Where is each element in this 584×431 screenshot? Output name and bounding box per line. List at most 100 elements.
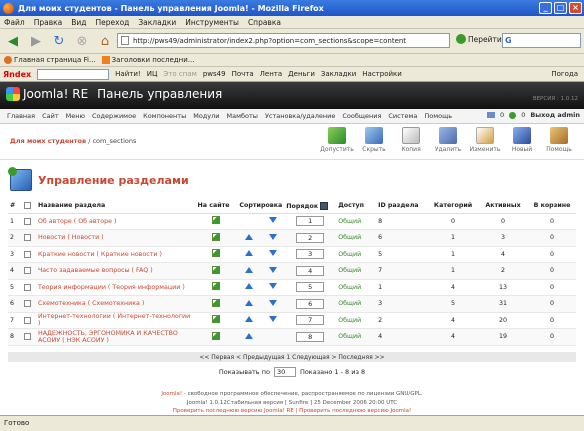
move-up-icon[interactable] xyxy=(245,250,254,257)
access-link[interactable]: Общий xyxy=(336,279,377,296)
users-icon[interactable] xyxy=(509,111,517,119)
order-input[interactable]: 2 xyxy=(296,232,325,243)
col-access[interactable]: Доступ xyxy=(336,199,377,214)
access-link[interactable]: Общий xyxy=(336,328,377,346)
save-order-icon[interactable] xyxy=(320,201,329,210)
col-reorder[interactable]: Сортировка xyxy=(237,199,285,214)
order-input[interactable]: 1 xyxy=(296,216,325,227)
yandex-money-button[interactable]: Деньги xyxy=(288,70,315,78)
access-link[interactable]: Общий xyxy=(336,312,377,329)
menu-view[interactable]: Вид xyxy=(71,18,86,27)
yandex-settings-button[interactable]: Настройки xyxy=(362,70,402,78)
yandex-search-input[interactable] xyxy=(37,68,110,80)
col-published[interactable]: На сайте xyxy=(195,199,238,214)
back-icon[interactable]: ◀ xyxy=(3,32,23,50)
row-checkbox[interactable] xyxy=(23,250,31,258)
menu-help[interactable]: Справка xyxy=(248,18,281,27)
pagination-links[interactable]: << Первая < Предыдущая 1 Следующая > Пос… xyxy=(0,354,584,361)
published-icon[interactable] xyxy=(212,298,221,307)
move-up-icon[interactable] xyxy=(245,266,254,273)
order-input[interactable]: 5 xyxy=(296,282,325,293)
menu-go[interactable]: Переход xyxy=(96,18,130,27)
section-name-link[interactable]: Новости ( Новости ) xyxy=(35,229,196,247)
admin-menu-site[interactable]: Сайт xyxy=(42,112,59,120)
access-link[interactable]: Общий xyxy=(336,262,377,280)
breadcrumb-site[interactable]: Для моих студентов xyxy=(10,137,86,145)
yandex-bookmarks-button[interactable]: Закладки xyxy=(321,70,356,78)
delete-button[interactable]: Удалить xyxy=(430,126,466,158)
menu-edit[interactable]: Правка xyxy=(34,18,63,27)
url-input[interactable]: http://pws49/administrator/index2.php?op… xyxy=(117,33,450,48)
yandex-weather-button[interactable]: Погода xyxy=(551,70,578,78)
access-link[interactable]: Общий xyxy=(336,229,377,247)
admin-menu-mambots[interactable]: Мамботы xyxy=(227,112,258,120)
yandex-logo[interactable]: Яndex xyxy=(3,70,31,79)
move-up-icon[interactable] xyxy=(245,299,254,306)
col-name[interactable]: Название раздела xyxy=(35,199,196,214)
move-down-icon[interactable] xyxy=(268,266,277,273)
admin-menu-installers[interactable]: Установка/удаление xyxy=(265,112,335,120)
move-down-icon[interactable] xyxy=(268,299,277,306)
go-button[interactable]: Перейти xyxy=(456,34,502,44)
minimize-button[interactable]: _ xyxy=(539,2,552,14)
row-checkbox[interactable] xyxy=(23,300,31,307)
order-input[interactable]: 8 xyxy=(296,331,325,342)
messages-icon[interactable] xyxy=(487,112,496,118)
maximize-button[interactable]: □ xyxy=(554,2,567,14)
order-input[interactable]: 6 xyxy=(296,298,325,309)
bookmark-item[interactable]: Главная страница Fi... xyxy=(4,56,96,64)
move-down-icon[interactable] xyxy=(268,316,277,323)
yandex-ic-button[interactable]: ИЦ xyxy=(147,70,158,78)
check-all-checkbox[interactable] xyxy=(23,202,31,209)
row-checkbox[interactable] xyxy=(23,217,31,225)
published-icon[interactable] xyxy=(212,265,221,274)
admin-menu-system[interactable]: Система xyxy=(388,112,417,120)
move-up-icon[interactable] xyxy=(245,233,254,240)
admin-menu-modules[interactable]: Модули xyxy=(193,112,219,120)
move-up-icon[interactable] xyxy=(245,316,254,323)
move-down-icon[interactable] xyxy=(268,283,277,290)
bookmark-item[interactable]: Заголовки последни... xyxy=(101,56,194,64)
section-name-link[interactable]: Об авторе ( Об авторе ) xyxy=(35,213,196,230)
row-checkbox[interactable] xyxy=(23,234,31,241)
per-page-select[interactable]: 30 xyxy=(273,367,296,377)
access-link[interactable]: Общий xyxy=(336,295,377,313)
admin-menu-home[interactable]: Главная xyxy=(7,112,35,120)
close-window-button[interactable]: × xyxy=(569,2,582,14)
admin-menu-content[interactable]: Содержимое xyxy=(92,112,136,120)
move-up-icon[interactable] xyxy=(245,283,254,290)
section-name-link[interactable]: Часто задаваемые вопросы ( FAQ ) xyxy=(35,262,196,280)
move-down-icon[interactable] xyxy=(268,233,277,240)
published-icon[interactable] xyxy=(212,216,221,225)
new-button[interactable]: Новый xyxy=(504,126,540,158)
yandex-find-button[interactable]: Найти! xyxy=(115,70,141,78)
joomla-link[interactable]: Joomla! xyxy=(161,391,182,397)
row-checkbox[interactable] xyxy=(23,316,31,324)
section-name-link[interactable]: Интернет-технологии ( Интернет-технологи… xyxy=(35,312,196,329)
access-link[interactable]: Общий xyxy=(336,246,377,263)
edit-button[interactable]: Изменить xyxy=(467,126,503,158)
published-icon[interactable] xyxy=(212,232,221,241)
home-icon[interactable]: ⌂ xyxy=(95,32,115,50)
yandex-pws-button[interactable]: pws49 xyxy=(203,70,226,78)
menu-bookmarks[interactable]: Закладки xyxy=(138,18,176,27)
published-icon[interactable] xyxy=(212,331,221,340)
yandex-feed-button[interactable]: Лента xyxy=(260,70,283,78)
copy-button[interactable]: Копия xyxy=(393,126,429,158)
admin-menu-messages[interactable]: Сообщения xyxy=(342,112,381,120)
yandex-spam-button[interactable]: Это спам xyxy=(163,70,196,78)
section-name-link[interactable]: Схемотехника ( Схемотехника ) xyxy=(35,295,196,313)
menu-file[interactable]: Файл xyxy=(4,18,25,27)
section-name-link[interactable]: Краткие новости ( Краткие новости ) xyxy=(35,246,196,263)
published-icon[interactable] xyxy=(212,315,221,324)
order-input[interactable]: 4 xyxy=(296,265,325,276)
stop-icon[interactable]: ⊗ xyxy=(72,32,92,50)
order-input[interactable]: 7 xyxy=(296,315,325,326)
section-name-link[interactable]: Теория информации ( Теория информации ) xyxy=(35,279,196,296)
row-checkbox[interactable] xyxy=(23,283,31,291)
order-input[interactable]: 3 xyxy=(296,249,325,260)
search-input[interactable]: G xyxy=(502,33,581,48)
move-down-icon[interactable] xyxy=(268,217,277,224)
unpublish-button[interactable]: Скрыть xyxy=(356,126,392,158)
yandex-mail-button[interactable]: Почта xyxy=(232,70,254,78)
